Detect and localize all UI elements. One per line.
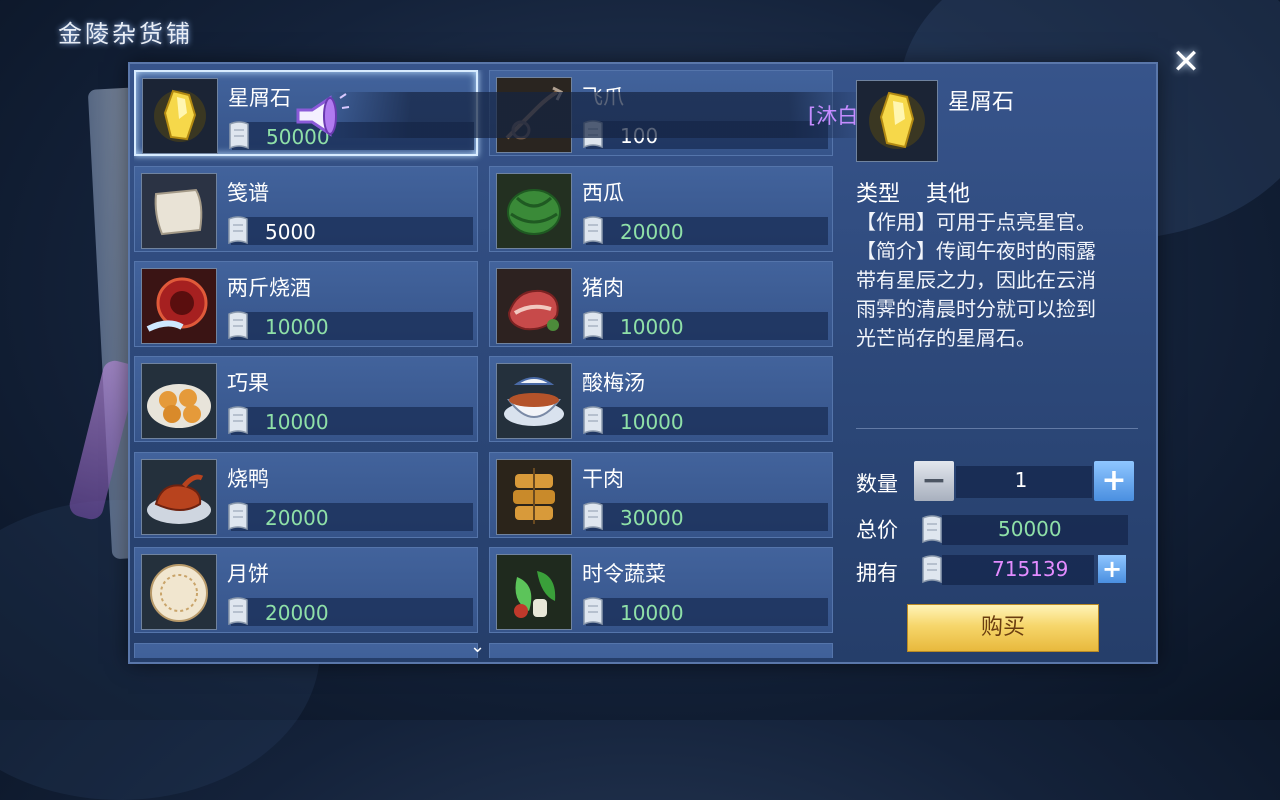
add-currency-button[interactable]: + <box>1098 555 1126 583</box>
wine-jar-icon <box>141 268 217 344</box>
list-item[interactable]: 烧鸭 20000 <box>134 452 478 538</box>
currency-scroll-icon <box>225 594 251 628</box>
list-item[interactable]: 月饼 20000 <box>134 547 478 633</box>
broadcast-banner <box>330 92 870 138</box>
mooncake-icon <box>141 554 217 630</box>
currency-scroll-icon <box>225 213 251 247</box>
divider <box>856 428 1138 429</box>
type-value: 其他 <box>926 182 971 207</box>
item-list[interactable]: 星屑石 50000 飞爪 100 笺谱 5000 西瓜 20000 <box>134 70 842 658</box>
pork-icon <box>496 268 572 344</box>
list-item[interactable]: 猪肉 10000 <box>489 261 833 347</box>
item-price: 20000 <box>620 220 684 244</box>
currency-scroll-icon <box>918 552 946 586</box>
shop-title: 金陵杂货铺 <box>58 20 193 48</box>
list-item[interactable]: 笺谱 5000 <box>134 166 478 252</box>
item-name: 星屑石 <box>228 86 291 110</box>
currency-scroll-icon <box>580 594 606 628</box>
vegetables-icon <box>496 554 572 630</box>
item-name: 时令蔬菜 <box>582 562 666 586</box>
item-name: 猪肉 <box>582 276 624 300</box>
yellow-crystal-icon <box>142 78 218 154</box>
buy-button[interactable]: 购买 <box>907 604 1099 652</box>
decrease-quantity-button[interactable]: − <box>914 461 954 501</box>
item-type-row: 类型 其他 <box>856 176 970 208</box>
owned-label: 拥有 <box>856 561 898 585</box>
item-price: 30000 <box>620 506 684 530</box>
type-label: 类型 <box>856 182 901 207</box>
roast-duck-icon <box>141 459 217 535</box>
list-item[interactable]: 干肉 30000 <box>489 452 833 538</box>
description-line: 光芒尚存的星屑石。 <box>856 326 1036 350</box>
list-item[interactable]: 西瓜 20000 <box>489 166 833 252</box>
megaphone-icon[interactable] <box>290 88 350 144</box>
detail-item-name: 星屑石 <box>948 90 1015 115</box>
item-price: 20000 <box>265 601 329 625</box>
item-name: 笺谱 <box>227 181 269 205</box>
currency-scroll-icon <box>580 308 606 342</box>
item-price: 20000 <box>265 506 329 530</box>
total-price-label: 总价 <box>856 518 898 542</box>
watermelon-icon <box>496 173 572 249</box>
paper-scroll-icon <box>141 173 217 249</box>
soup-bowl-icon <box>496 363 572 439</box>
list-item[interactable] <box>489 643 833 658</box>
list-item[interactable]: 两斤烧酒 10000 <box>134 261 478 347</box>
currency-scroll-icon <box>226 118 252 152</box>
owned-value: 715139 <box>992 557 1069 581</box>
currency-scroll-icon <box>580 403 606 437</box>
currency-scroll-icon <box>580 499 606 533</box>
item-name: 酸梅汤 <box>582 371 645 395</box>
list-item[interactable]: 时令蔬菜 10000 <box>489 547 833 633</box>
item-name: 月饼 <box>227 562 269 586</box>
list-item[interactable]: 巧果 10000 <box>134 356 478 442</box>
yellow-crystal-icon <box>856 80 938 162</box>
currency-scroll-icon <box>225 499 251 533</box>
close-icon[interactable]: ✕ <box>1168 44 1204 80</box>
item-price: 10000 <box>620 315 684 339</box>
item-price: 10000 <box>620 410 684 434</box>
pastry-plate-icon <box>141 363 217 439</box>
currency-scroll-icon <box>225 403 251 437</box>
item-name: 西瓜 <box>582 181 624 205</box>
quantity-value[interactable]: 1 <box>1006 468 1036 492</box>
description-line: 带有星辰之力，因此在云消 <box>856 268 1096 292</box>
quantity-label: 数量 <box>856 472 898 496</box>
chevron-down-icon[interactable]: ⌄ <box>470 636 485 657</box>
item-price: 10000 <box>620 601 684 625</box>
item-price: 10000 <box>265 410 329 434</box>
description-line: 【作用】可用于点亮星官。 <box>856 210 1096 234</box>
list-item[interactable] <box>134 643 478 658</box>
description-line: 【简介】传闻午夜时的雨露 <box>856 239 1096 263</box>
item-name: 干肉 <box>582 467 624 491</box>
item-name: 两斤烧酒 <box>227 276 311 300</box>
item-name: 巧果 <box>227 371 269 395</box>
currency-scroll-icon <box>918 512 946 546</box>
item-name: 烧鸭 <box>227 467 269 491</box>
currency-scroll-icon <box>225 308 251 342</box>
list-item[interactable]: 酸梅汤 10000 <box>489 356 833 442</box>
item-description: 【作用】可用于点亮星官。 【简介】传闻午夜时的雨露 带有星辰之力，因此在云消 雨… <box>856 208 1138 353</box>
item-price: 10000 <box>265 315 329 339</box>
currency-scroll-icon <box>580 213 606 247</box>
total-price-value: 50000 <box>998 517 1062 541</box>
increase-quantity-button[interactable]: + <box>1094 461 1134 501</box>
dried-meat-icon <box>496 459 572 535</box>
description-line: 雨霁的清晨时分就可以捡到 <box>856 297 1096 321</box>
item-price: 5000 <box>265 220 316 244</box>
